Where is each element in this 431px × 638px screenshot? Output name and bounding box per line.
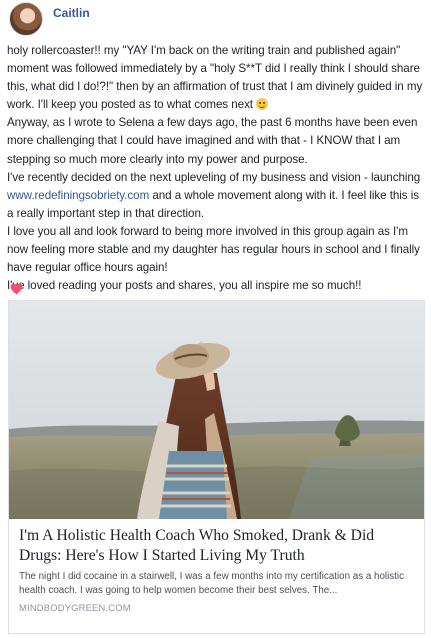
author-name[interactable]: Caitlin — [53, 6, 90, 20]
post-text: I've recently decided on the next upleve… — [7, 170, 421, 184]
post-paragraph: I love you all and look forward to being… — [7, 223, 427, 277]
post-body: holy rollercoaster!! my "YAY I'm back on… — [7, 42, 427, 295]
link-preview-text[interactable]: I'm A Holistic Health Coach Who Smoked, … — [19, 526, 415, 613]
woman-in-field-photo — [9, 301, 424, 519]
post-paragraph: Anyway, as I wrote to Selena a few days … — [7, 114, 427, 168]
post-link[interactable]: www.redefiningsobriety.com — [7, 189, 149, 202]
link-preview-card[interactable]: I'm A Holistic Health Coach Who Smoked, … — [8, 300, 425, 634]
post-header: Caitlin — [9, 2, 90, 38]
heart-icon — [10, 283, 23, 295]
smile-emoji-icon — [256, 98, 269, 111]
post-text: holy rollercoaster!! my "YAY I'm back on… — [7, 44, 423, 112]
post-paragraph: I've loved reading your posts and shares… — [7, 277, 427, 295]
post-text: I've loved reading your posts and shares… — [7, 279, 362, 293]
post-paragraph: holy rollercoaster!! my "YAY I'm back on… — [7, 42, 427, 114]
link-preview-image[interactable] — [9, 301, 424, 519]
link-preview-title[interactable]: I'm A Holistic Health Coach Who Smoked, … — [19, 526, 415, 566]
facebook-post: Caitlin holy rollercoaster!! my "YAY I'm… — [0, 0, 431, 638]
link-preview-domain: MINDBODYGREEN.COM — [19, 602, 131, 613]
post-text: Anyway, as I wrote to Selena a few days … — [7, 116, 418, 166]
post-text: I love you all and look forward to being… — [7, 224, 420, 275]
post-paragraph: I've recently decided on the next upleve… — [7, 169, 427, 223]
link-preview-description: The night I did cocaine in a stairwell, … — [19, 571, 404, 596]
avatar[interactable] — [9, 2, 43, 36]
